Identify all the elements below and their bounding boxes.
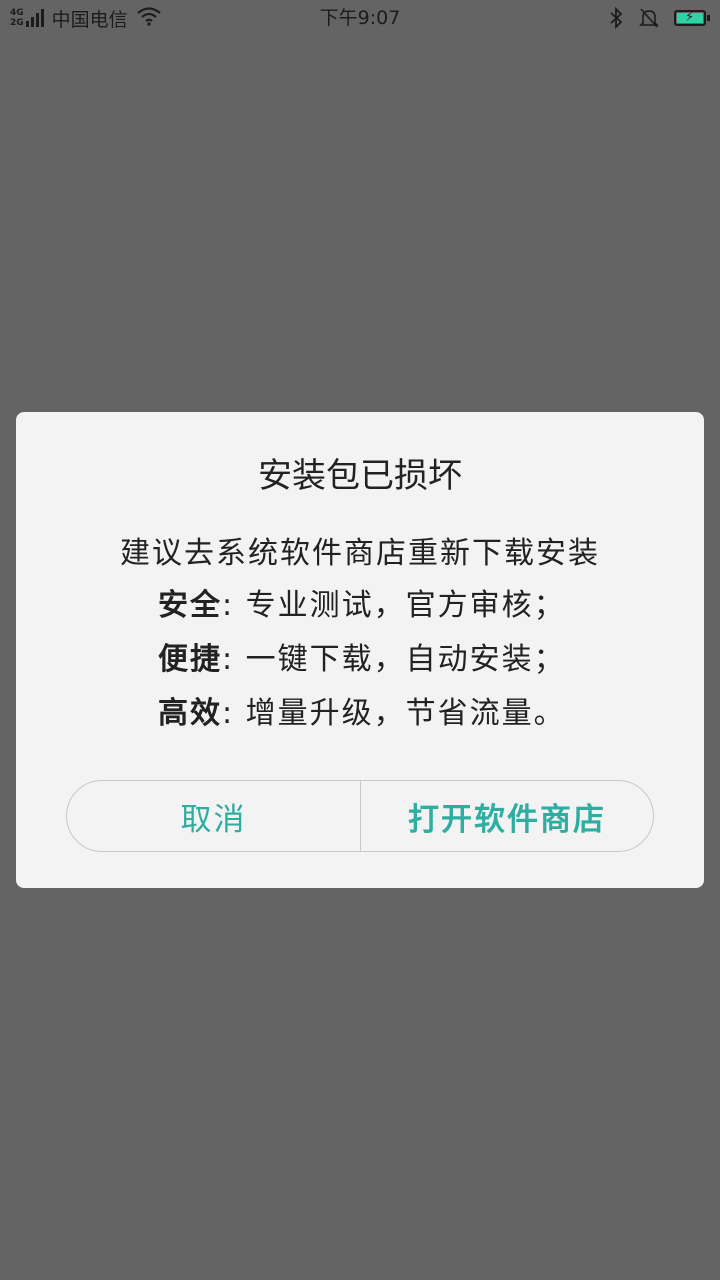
- status-bar: 4G 2G 中国电信 下午9:07 ⚡: [0, 0, 720, 36]
- bluetooth-icon: [608, 7, 624, 29]
- feature-line-convenient: 便捷: 一键下载，自动安装；: [158, 634, 566, 678]
- feature-value: 专业测试，官方审核；: [245, 588, 566, 623]
- dialog-title: 安装包已损坏: [258, 456, 462, 496]
- cancel-button[interactable]: 取消: [67, 781, 361, 851]
- feature-key: 高效: [158, 696, 222, 731]
- feature-separator: :: [222, 588, 235, 623]
- feature-value: 增量升级，节省流量。: [245, 696, 566, 731]
- feature-key: 便捷: [158, 642, 222, 677]
- dialog-button-group: 取消 打开软件商店: [66, 780, 654, 852]
- feature-line-safe: 安全: 专业测试，官方审核；: [158, 580, 566, 624]
- bell-off-icon: [638, 7, 660, 29]
- status-right: ⚡: [594, 0, 710, 36]
- dialog-message: 建议去系统软件商店重新下载安装: [120, 536, 600, 571]
- feature-value: 一键下载，自动安装；: [245, 642, 566, 677]
- feature-key: 安全: [158, 588, 222, 623]
- feature-line-efficient: 高效: 增量升级，节省流量。: [158, 688, 566, 732]
- open-app-store-button[interactable]: 打开软件商店: [361, 781, 653, 851]
- feature-separator: :: [222, 642, 235, 677]
- battery-icon: ⚡: [674, 10, 710, 26]
- feature-separator: :: [222, 696, 235, 731]
